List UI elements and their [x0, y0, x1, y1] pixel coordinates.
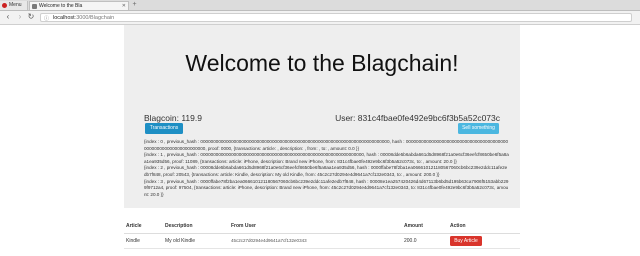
block-entry: {index : 3 , previous_hash : 0000ffabe78… [144, 178, 509, 197]
cell-from-user: 45c2c27d0294e4d9641a7cf132e0343 [231, 238, 307, 243]
jumbotron: Welcome to the Blagchain! Blagcoin: 119.… [124, 25, 520, 208]
blagcoin-balance: Blagcoin: 119.9 [144, 113, 202, 123]
header-from-user: From User [231, 223, 257, 229]
articles-table: Article Description From User Amount Act… [124, 219, 520, 249]
tab-blagchain[interactable]: Welcome to the Bla ✕ [29, 1, 129, 10]
transactions-button[interactable]: Transactions [145, 123, 183, 134]
opera-icon [2, 3, 7, 8]
url-text: localhost:3000/Blagchain [53, 15, 115, 21]
cell-description: My old Kindle [165, 238, 196, 244]
block-entry: {index : 1 , previous_hash : 00000000000… [144, 152, 509, 164]
tab-label: Menu [9, 2, 22, 8]
header-article: Article [126, 223, 142, 229]
tab-menu[interactable]: Menu [0, 1, 28, 10]
address-bar[interactable]: ⓘ localhost:3000/Blagchain [40, 13, 632, 22]
tab-label: Welcome to the Bla [39, 3, 83, 9]
close-icon[interactable]: ✕ [122, 2, 126, 10]
browser-toolbar: ‹ › ↻ ⓘ localhost:3000/Blagchain [0, 11, 640, 25]
header-amount: Amount [404, 223, 423, 229]
new-tab-plus-icon[interactable]: + [130, 1, 139, 9]
header-description: Description [165, 223, 193, 229]
reload-icon[interactable]: ↻ [26, 12, 36, 22]
page-title: Welcome to the Blagchain! [185, 50, 459, 76]
header-action: Action [450, 223, 466, 229]
browser-tab-bar: Menu Welcome to the Bla ✕ + [0, 0, 640, 11]
forward-arrow-icon[interactable]: › [15, 12, 25, 22]
info-icon: ⓘ [44, 16, 50, 22]
cell-amount: 200.0 [404, 238, 417, 244]
table-row: Kindle My old Kindle 45c2c27d0294e4d9641… [124, 234, 520, 249]
blockchain-log: {index : 0 , previous_hash : 00000000000… [144, 139, 509, 198]
cell-article: Kindle [126, 238, 140, 244]
back-arrow-icon[interactable]: ‹ [3, 12, 13, 22]
user-id: User: 831c4fbae0fe492e9bc6f3b5a52c073c [335, 113, 500, 123]
block-entry: {index : 0 , previous_hash : 00000000000… [144, 139, 509, 151]
block-entry: {index : 2 , previous_hash : 00008dde5b6… [144, 165, 508, 177]
page-icon [32, 4, 37, 9]
sell-something-button[interactable]: Sell something [458, 123, 499, 134]
buy-article-button[interactable]: Buy Article [450, 236, 482, 246]
table-header: Article Description From User Amount Act… [124, 219, 520, 234]
